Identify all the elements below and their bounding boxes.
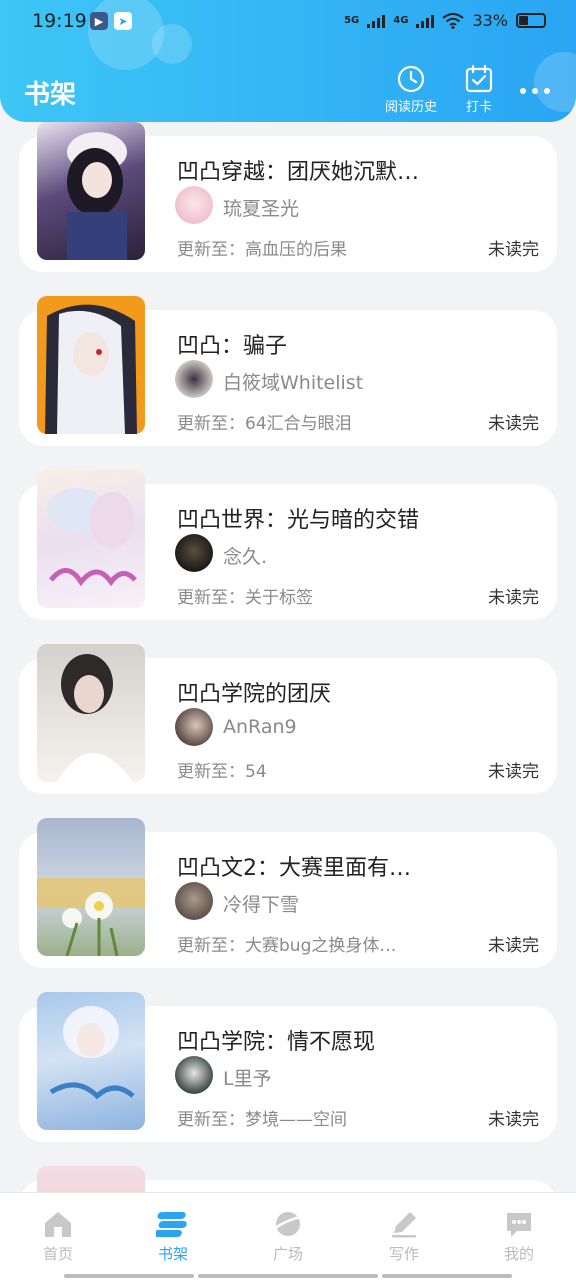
pen-icon bbox=[392, 1212, 416, 1238]
bookshelf-list: 凹凸穿越：团厌她沉默… 琉夏圣光 更新至：高血压的后果 未读完 凹凸：骗子 白筱… bbox=[0, 122, 576, 1192]
book-card[interactable] bbox=[19, 1166, 557, 1192]
latest-chapter: 更新至：梦境——空间 bbox=[177, 1110, 347, 1130]
latest-chapter: 更新至：64汇合与眼泪 bbox=[177, 414, 352, 434]
author-avatar bbox=[175, 360, 213, 398]
gesture-bar bbox=[198, 1274, 378, 1278]
book-title: 凹凸穿越：团厌她沉默… bbox=[177, 160, 420, 185]
checkin-label: 打卡 bbox=[465, 100, 492, 115]
reading-history-button[interactable]: 阅读历史 bbox=[382, 64, 440, 115]
tab-mine-label: 我的 bbox=[503, 1245, 534, 1263]
book-title: 凹凸文2：大赛里面有… bbox=[177, 856, 411, 881]
chat-bubble-icon bbox=[507, 1213, 531, 1237]
book-card[interactable]: 凹凸学院：情不愿现 L里予 更新至：梦境——空间 未读完 bbox=[19, 992, 557, 1142]
calendar-check-icon bbox=[465, 64, 493, 93]
notification-icons: ▶ ➤ bbox=[90, 12, 132, 30]
battery-percent: 33% bbox=[472, 11, 508, 30]
book-cover bbox=[37, 992, 145, 1130]
gesture-bar bbox=[382, 1274, 512, 1278]
latest-chapter: 更新至：关于标签 bbox=[177, 588, 313, 608]
tab-bookshelf-label: 书架 bbox=[157, 1245, 188, 1263]
read-status: 未读完 bbox=[488, 936, 539, 956]
tab-write-label: 写作 bbox=[388, 1245, 419, 1263]
tab-bookshelf[interactable]: 书架 bbox=[133, 1209, 213, 1264]
network-5g-label: 5G bbox=[344, 14, 360, 26]
book-card[interactable]: 凹凸穿越：团厌她沉默… 琉夏圣光 更新至：高血压的后果 未读完 bbox=[19, 122, 557, 272]
book-card[interactable]: 凹凸世界：光与暗的交错 念久. 更新至：关于标签 未读完 bbox=[19, 470, 557, 620]
bookshelf-icon bbox=[156, 1212, 187, 1237]
book-title: 凹凸学院：情不愿现 bbox=[177, 1030, 376, 1055]
home-icon bbox=[45, 1212, 71, 1237]
author-avatar bbox=[175, 882, 213, 920]
author-name: 琉夏圣光 bbox=[223, 198, 300, 220]
header-decoration bbox=[534, 52, 576, 112]
book-title: 凹凸学院的团厌 bbox=[177, 682, 332, 707]
network-4g-label: 4G bbox=[393, 14, 409, 26]
author-name: L里予 bbox=[223, 1068, 272, 1090]
wifi-icon bbox=[442, 12, 465, 29]
author-name: 念久. bbox=[223, 546, 268, 568]
system-status: 5G 4G 33% bbox=[344, 11, 546, 30]
author-name: 冷得下雪 bbox=[223, 894, 300, 916]
gesture-bar bbox=[64, 1274, 194, 1278]
tab-write[interactable]: 写作 bbox=[364, 1209, 444, 1264]
app-notification-icon: ➤ bbox=[114, 12, 132, 30]
latest-chapter: 更新至：高血压的后果 bbox=[177, 240, 347, 260]
clock-icon bbox=[397, 65, 425, 93]
bottom-tab-bar: 首页 书架 广场 写作 我的 bbox=[0, 1192, 576, 1280]
battery-icon bbox=[516, 13, 546, 28]
status-time: 19:19 bbox=[32, 10, 87, 32]
book-cover bbox=[37, 644, 145, 782]
reading-history-label: 阅读历史 bbox=[384, 100, 437, 115]
read-status: 未读完 bbox=[488, 588, 539, 608]
latest-chapter: 更新至：大赛bug之换身体… bbox=[177, 936, 397, 956]
tab-mine[interactable]: 我的 bbox=[479, 1209, 559, 1264]
book-title: 凹凸：骗子 bbox=[177, 334, 288, 359]
author-name: 白筱域Whitelist bbox=[223, 372, 364, 394]
read-status: 未读完 bbox=[488, 240, 539, 260]
read-status: 未读完 bbox=[488, 1110, 539, 1130]
author-avatar bbox=[175, 186, 213, 224]
planet-icon bbox=[273, 1212, 303, 1236]
tab-plaza[interactable]: 广场 bbox=[248, 1209, 328, 1264]
author-avatar bbox=[175, 534, 213, 572]
media-notification-icon: ▶ bbox=[90, 12, 108, 30]
tab-home-label: 首页 bbox=[42, 1245, 73, 1263]
book-title: 凹凸世界：光与暗的交错 bbox=[177, 508, 420, 533]
book-card[interactable]: 凹凸文2：大赛里面有… 冷得下雪 更新至：大赛bug之换身体… 未读完 bbox=[19, 818, 557, 968]
app-header: 19:19 ▶ ➤ 5G 4G 33% 书架 阅读历史 打卡 bbox=[0, 0, 576, 122]
author-avatar bbox=[175, 708, 213, 746]
author-avatar bbox=[175, 1056, 213, 1094]
more-menu-icon[interactable] bbox=[520, 88, 550, 94]
latest-chapter: 更新至：54 bbox=[177, 762, 267, 782]
tab-home[interactable]: 首页 bbox=[18, 1209, 98, 1264]
read-status: 未读完 bbox=[488, 414, 539, 434]
signal-5g-icon bbox=[367, 14, 386, 28]
book-cover bbox=[37, 122, 145, 260]
tab-plaza-label: 广场 bbox=[272, 1245, 303, 1263]
read-status: 未读完 bbox=[488, 762, 539, 782]
page-title: 书架 bbox=[24, 80, 77, 110]
author-name: AnRan9 bbox=[223, 716, 297, 738]
status-bar: 19:19 ▶ ➤ 5G 4G 33% bbox=[0, 0, 576, 46]
book-card[interactable]: 凹凸：骗子 白筱域Whitelist 更新至：64汇合与眼泪 未读完 bbox=[19, 296, 557, 446]
book-card[interactable]: 凹凸学院的团厌 AnRan9 更新至：54 未读完 bbox=[19, 644, 557, 794]
book-cover bbox=[37, 818, 145, 956]
book-cover bbox=[37, 1166, 145, 1192]
book-cover bbox=[37, 470, 145, 608]
checkin-button[interactable]: 打卡 bbox=[460, 64, 498, 115]
book-cover bbox=[37, 296, 145, 434]
signal-4g-icon bbox=[416, 14, 435, 28]
